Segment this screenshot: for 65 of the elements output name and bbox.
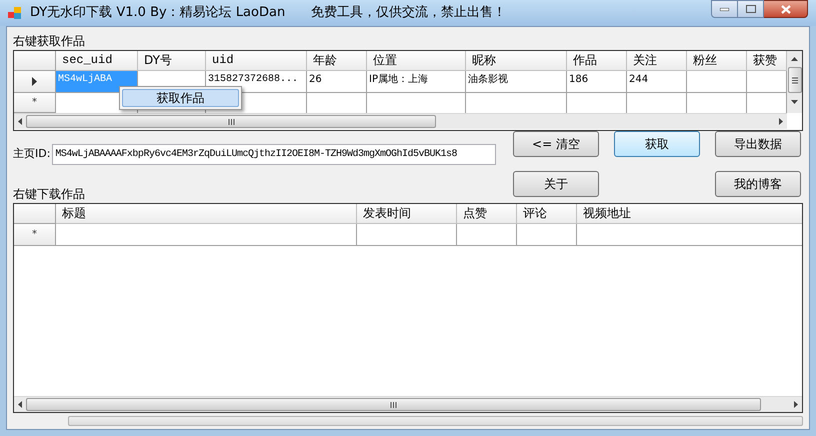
button[interactable]: 获取 [614, 131, 700, 157]
column-header[interactable]: 昵称 [466, 51, 567, 71]
grip-icon [228, 118, 234, 124]
row-header[interactable] [14, 71, 56, 93]
table-cell[interactable] [517, 224, 577, 246]
table-cell[interactable] [56, 224, 357, 246]
scroll-up-icon[interactable] [791, 57, 798, 61]
column-header[interactable]: uid [206, 51, 307, 71]
scroll-down-icon[interactable] [791, 100, 798, 104]
vertical-scrollbar[interactable] [787, 51, 802, 113]
column-header[interactable]: 视频地址 [577, 204, 802, 224]
maximize-icon [746, 5, 756, 13]
button[interactable]: <= 清空 [513, 131, 599, 157]
column-header[interactable]: 评论 [517, 204, 577, 224]
column-header[interactable]: DY号 [138, 51, 206, 71]
minimize-button[interactable] [711, 0, 738, 18]
column-header[interactable]: 关注 [627, 51, 687, 71]
corner-header [14, 51, 56, 71]
table-cell[interactable] [687, 71, 747, 93]
scroll-thumb[interactable] [26, 398, 761, 411]
menu-item[interactable]: 获取作品 [122, 89, 239, 107]
scroll-left-icon[interactable] [18, 401, 22, 408]
field-label: 主页ID: [13, 146, 50, 162]
corner-header [14, 204, 56, 224]
new-row-mark: * [32, 98, 37, 108]
grip-icon [792, 76, 798, 84]
column-header[interactable]: 年龄 [307, 51, 367, 71]
horizontal-scrollbar[interactable] [14, 396, 802, 412]
table-cell[interactable]: IP属地：上海 [367, 71, 466, 93]
close-button[interactable] [764, 0, 808, 18]
column-header[interactable]: 作品 [567, 51, 627, 71]
column-header[interactable]: 发表时间 [357, 204, 457, 224]
column-header[interactable]: 位置 [367, 51, 466, 71]
scroll-left-icon[interactable] [18, 118, 22, 125]
column-header[interactable]: 获赞 [747, 51, 787, 71]
button[interactable]: 我的博客 [715, 170, 801, 196]
homepage-id-field[interactable]: MS4wLjABAAAAFxbpRy6vc4EM3rZqDuiLUmcQjthzII2OEI8M-TZH9Wd3mgXmOGhId5vBUK1s8 [52, 144, 496, 165]
row-header[interactable]: * [14, 224, 56, 246]
scroll-right-icon[interactable] [779, 118, 783, 125]
column-header[interactable]: 点赞 [457, 204, 517, 224]
column-header[interactable]: 粉丝 [687, 51, 747, 71]
table-cell[interactable] [457, 224, 517, 246]
minimize-icon [720, 8, 729, 10]
scroll-thumb[interactable] [26, 115, 436, 128]
table-cell[interactable]: 244 [627, 71, 687, 93]
scroll-thumb[interactable] [788, 67, 802, 93]
group-label: 右键下载作品 [13, 187, 86, 201]
column-header[interactable]: 标题 [56, 204, 357, 224]
app-icon [8, 6, 22, 20]
group-label: 右键获取作品 [13, 34, 86, 50]
grip-icon [390, 402, 397, 408]
new-row-mark: * [32, 230, 37, 240]
table-cell[interactable]: 186 [567, 71, 627, 93]
close-icon [780, 4, 790, 14]
table-cell[interactable]: 油条影视 [466, 71, 567, 93]
table-cell[interactable]: 26 [307, 71, 367, 93]
scroll-right-icon[interactable] [794, 401, 798, 408]
horizontal-scrollbar[interactable] [14, 113, 787, 129]
button[interactable]: 导出数据 [715, 131, 801, 157]
column-header[interactable]: sec_uid [56, 51, 138, 71]
row-header[interactable]: * [14, 93, 56, 113]
button[interactable]: 关于 [513, 170, 599, 196]
table-cell[interactable] [357, 224, 457, 246]
maximize-button[interactable] [738, 0, 764, 18]
window-title: DY无水印下载 V1.0 By：精易论坛 LaoDan 免费工具，仅供交流，禁止出售！ [30, 4, 506, 22]
